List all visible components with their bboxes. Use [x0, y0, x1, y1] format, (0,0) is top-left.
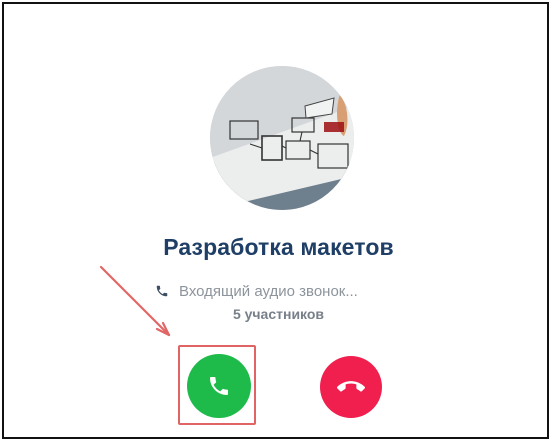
arrow-icon — [99, 265, 171, 337]
participants-count: 5 участников — [232, 306, 325, 322]
chat-avatar — [210, 66, 354, 210]
decline-call-button[interactable] — [320, 356, 382, 418]
avatar-image — [210, 66, 354, 210]
accept-call-button[interactable] — [187, 354, 251, 418]
incoming-call-window: Разработка макетов Входящий аудио звонок… — [2, 2, 549, 439]
phone-icon — [210, 377, 228, 395]
chat-title: Разработка макетов — [163, 234, 394, 260]
call-status-text: Входящий аудио звонок... — [179, 282, 358, 300]
phone-hangup-icon — [337, 381, 365, 392]
